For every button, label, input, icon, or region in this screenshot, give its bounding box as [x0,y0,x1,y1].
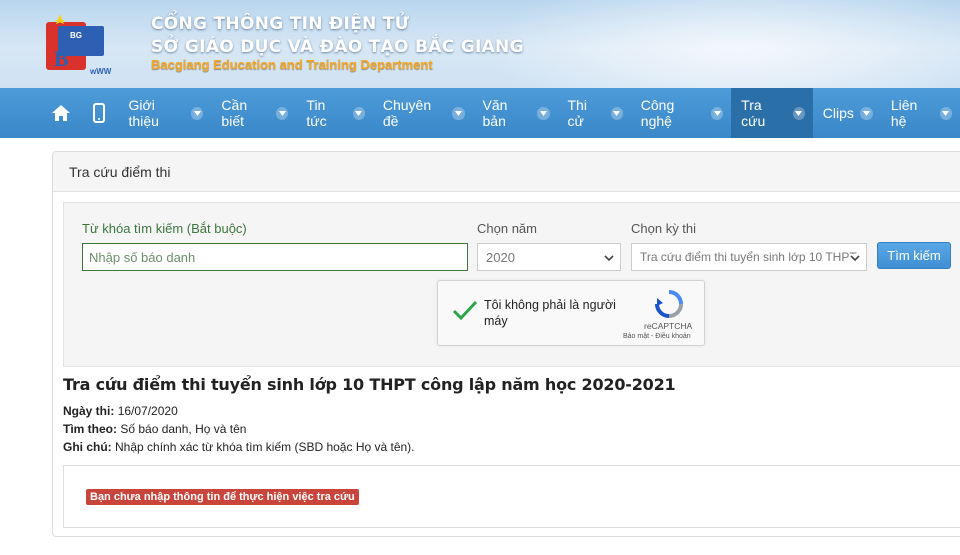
nav-item-label: Thi cử [567,97,587,129]
chevron-down-icon [276,106,289,120]
recaptcha-terms-link[interactable]: Bảo mật - Điều khoản [623,333,691,340]
year-select-value: 2020 [486,250,515,265]
nav-item-0[interactable]: Giới thiệu [119,88,212,138]
chevron-down-icon [452,106,465,120]
result-box: Bạn chưa nhập thông tin để thực hiện việ… [63,465,960,528]
checkmark-icon[interactable] [452,299,478,321]
nav-item-5[interactable]: Thi cử [558,88,631,138]
nav-item-label: Tin tức [306,97,327,129]
header-glow [480,0,960,88]
warning-badge: Bạn chưa nhập thông tin để thực hiện việ… [86,489,359,505]
nav-item-2[interactable]: Tin tức [296,88,372,138]
svg-text:wWW: wWW [89,67,112,76]
nav-item-4[interactable]: Văn bản [473,88,558,138]
note-line: Ghi chú: Nhập chính xác từ khóa tìm kiếm… [63,440,415,454]
nav-item-6[interactable]: Công nghệ [631,88,731,138]
keyword-label: Từ khóa tìm kiếm (Bắt buộc) [82,221,247,236]
nav-item-3[interactable]: Chuyên đề [373,88,473,138]
exam-select[interactable]: Tra cứu điểm thi tuyển sinh lớp 10 THPT [631,243,867,271]
nav-item-label: Công nghệ [640,97,675,129]
site-header: BG B wWW CỔNG THÔNG TIN ĐIỆN TỬ SỞ GIÁO … [0,0,960,88]
chevron-down-icon [604,255,614,262]
site-title-line2: SỞ GIÁO DỤC VÀ ĐÀO TẠO BẮC GIANG [151,37,524,57]
chevron-down-icon [710,106,724,120]
result-title: Tra cứu điểm thi tuyển sinh lớp 10 THPT … [63,375,676,394]
chevron-down-icon [191,106,204,120]
lookup-panel: Tra cứu điểm thi Từ khóa tìm kiếm (Bắt b… [52,151,960,537]
search-by-line: Tìm theo: Số báo danh, Họ và tên [63,422,246,436]
keyword-input[interactable] [82,243,468,271]
home-icon[interactable] [42,88,80,138]
chevron-down-icon [352,106,365,120]
main-navbar: Giới thiệu Cần biết Tin tức Chuyên đề Văn bả… [0,88,960,138]
nav-item-8[interactable]: Clips [813,88,881,138]
recaptcha-logo-icon [655,290,683,318]
exam-select-value: Tra cứu điểm thi tuyển sinh lớp 10 THPT [640,250,857,264]
chevron-down-icon [610,106,623,120]
exam-date-line: Ngày thi: 16/07/2020 [63,404,178,418]
chevron-down-icon [537,106,550,120]
recaptcha-widget: Tôi không phải là người máy reCAPTCHA Bả… [437,280,705,346]
panel-heading: Tra cứu điểm thi [53,152,960,192]
nav-item-label: Cần biết [221,97,248,129]
nav-item-1[interactable]: Cần biết [211,88,296,138]
nav-item-9[interactable]: Liên hệ [881,88,960,138]
search-button[interactable]: Tìm kiếm [877,242,951,269]
exam-label: Chọn kỳ thi [631,221,697,236]
recaptcha-brand: reCAPTCHA [644,321,693,331]
search-by-value: Số báo danh, Họ và tên [120,422,247,436]
chevron-down-icon [939,106,953,120]
nav-item-label: Chuyên đề [382,97,432,129]
svg-text:BG: BG [70,31,82,40]
chevron-down-icon [859,106,873,120]
chevron-down-icon [850,254,860,262]
search-by-label: Tìm theo: [63,422,117,436]
exam-date-label: Ngày thi: [63,404,115,418]
nav-item-label: Clips [822,105,854,121]
chevron-down-icon [792,106,805,120]
site-title-line1: CỔNG THÔNG TIN ĐIỆN TỬ [151,14,410,34]
nav-item-label: Giới thiệu [128,97,159,129]
nav-item-7[interactable]: Tra cứu [731,88,813,138]
year-label: Chọn năm [477,221,537,236]
year-select[interactable]: 2020 [477,243,621,271]
svg-text:B: B [54,46,69,71]
nav-item-label: Tra cứu [741,97,766,129]
note-label: Ghi chú: [63,440,112,454]
mobile-icon[interactable] [80,88,118,138]
nav-item-label: Văn bản [482,97,508,129]
nav-item-label: Liên hệ [890,97,918,129]
site-title-english: Bacgiang Education and Training Departme… [151,57,433,72]
exam-date-value: 16/07/2020 [117,404,178,418]
search-form: Từ khóa tìm kiếm (Bắt buộc) Chọn năm 202… [63,202,960,367]
note-value: Nhập chính xác từ khóa tìm kiếm (SBD hoặ… [115,440,415,454]
site-logo[interactable]: BG B wWW [40,12,112,78]
recaptcha-label: Tôi không phải là người máy [484,298,616,328]
